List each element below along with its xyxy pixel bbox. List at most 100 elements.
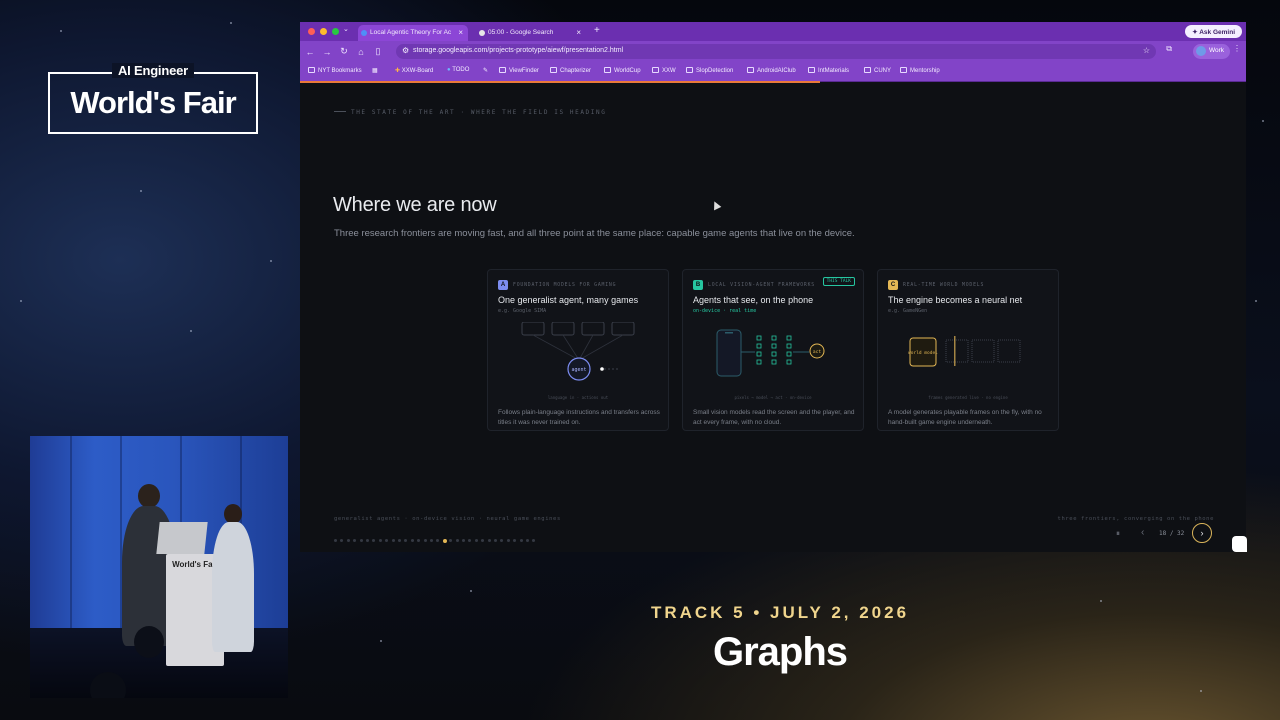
progress-dot[interactable] [410, 539, 414, 542]
bookmark-mentorship[interactable]: Mentorship [900, 67, 940, 74]
speaker-camera-feed: World's Fair [30, 436, 288, 698]
action-dot [600, 367, 604, 371]
forward-arrow-icon[interactable]: → [320, 47, 334, 57]
reload-icon[interactable]: ↻ [337, 46, 351, 57]
progress-dot[interactable] [430, 539, 433, 542]
profile-label: Work [1208, 47, 1224, 54]
apps-grid-icon[interactable]: ▦ [372, 67, 378, 74]
progress-dot[interactable] [385, 539, 389, 542]
tab-close-icon[interactable]: × [576, 28, 581, 37]
progress-dot[interactable] [494, 539, 497, 542]
track-date-caption: TRACK 5 • JULY 2, 2026 [650, 603, 910, 622]
minimize-window-button[interactable] [320, 28, 327, 35]
progress-dot[interactable] [449, 539, 453, 542]
site-info-icon[interactable]: ⚙ [402, 46, 409, 55]
game-screen-icon [611, 322, 635, 336]
progress-dot[interactable] [442, 538, 447, 543]
progress-dot[interactable] [340, 539, 344, 542]
card-caption: frames generated live · no engine [928, 395, 1008, 400]
progress-dot[interactable] [500, 539, 504, 542]
progress-dot[interactable] [334, 539, 337, 542]
bookmark-intmaterials[interactable]: IntMaterials [808, 67, 849, 74]
home-icon[interactable]: ⌂ [354, 47, 368, 57]
tab-presentation[interactable]: Local Agentic Theory For Ac × [358, 25, 468, 41]
profile-button[interactable]: Work [1192, 44, 1230, 59]
bookmark-viewfinder[interactable]: ViewFinder [499, 67, 539, 74]
side-panel-bubble[interactable] [1232, 536, 1247, 552]
tab-label: 05:00 - Google Search [488, 29, 554, 36]
progress-dot[interactable] [346, 539, 350, 542]
card-badge: B [693, 280, 703, 290]
progress-dot[interactable] [519, 539, 523, 542]
tab-google-search[interactable]: 05:00 - Google Search × [476, 25, 586, 41]
bookmark-star-icon[interactable]: ☆ [1143, 46, 1150, 55]
pause-icon[interactable]: ⏸ [1116, 529, 1120, 539]
next-slide-button[interactable]: › [1192, 523, 1212, 543]
slide-eyebrow: THE STATE OF THE ART · WHERE THE FIELD I… [334, 109, 606, 116]
progress-dot[interactable] [455, 539, 459, 542]
bookmark-slopdetection[interactable]: SlopDetection [686, 67, 733, 74]
progress-dot[interactable] [462, 539, 465, 542]
generated-frames [945, 339, 1021, 363]
progress-dot[interactable] [417, 539, 421, 542]
card-caption: language in · actions out [547, 395, 609, 400]
bookmark-todo[interactable]: ● TODO [447, 67, 469, 73]
bookmark-xxw-board[interactable]: ✚ XXW-Board [395, 67, 433, 74]
logo-box: World's Fair [48, 72, 258, 134]
close-window-button[interactable] [308, 28, 315, 35]
game-screen-icon [581, 322, 605, 336]
agent-node-label: agent [571, 367, 586, 373]
game-screen-icon [521, 322, 545, 336]
progress-dot[interactable] [398, 539, 401, 542]
progress-dot[interactable] [353, 539, 357, 542]
bookmark-chapterizer[interactable]: Chapterizer [550, 67, 591, 74]
bookmark-cuny[interactable]: CUNY [864, 67, 891, 74]
progress-dot[interactable] [359, 539, 363, 542]
bookmark-xxw[interactable]: XXW [652, 67, 676, 74]
address-bar[interactable]: ⚙ storage.googleapis.com/projects-protot… [396, 44, 1156, 59]
back-arrow-icon[interactable]: ← [303, 47, 317, 57]
bookmark-nyt[interactable]: NYT Bookmarks [308, 67, 362, 74]
progress-dot[interactable] [526, 539, 529, 542]
progress-dot[interactable] [481, 539, 485, 542]
progress-dot[interactable] [436, 539, 440, 542]
progress-dot[interactable] [487, 539, 491, 542]
tab-search-chevron-icon[interactable]: ⌄ [343, 25, 349, 33]
card-example: e.g. GameNGen [888, 308, 928, 314]
progress-dot[interactable] [372, 539, 376, 542]
prev-slide-icon[interactable]: ‹ [1141, 527, 1144, 538]
sidebar-icon[interactable]: ▯ [371, 46, 385, 57]
neural-layers [756, 335, 792, 365]
card-description: Small vision models read the screen and … [693, 409, 855, 426]
progress-dot[interactable] [404, 539, 408, 542]
bookmark-androidaiclub[interactable]: AndroidAIClub [747, 67, 796, 74]
slide-footer-right: three frontiers, converging on the phone [1057, 516, 1214, 522]
presentation-slide: THE STATE OF THE ART · WHERE THE FIELD I… [300, 83, 1246, 552]
progress-dot[interactable] [423, 539, 427, 542]
progress-dot[interactable] [474, 539, 478, 542]
progress-dot[interactable] [378, 539, 382, 542]
bookmark-worldcup[interactable]: WorldCup [604, 67, 641, 74]
progress-dot[interactable] [366, 539, 369, 542]
progress-dot[interactable] [391, 539, 395, 542]
progress-dot[interactable] [506, 539, 510, 542]
frontier-card-world-models: C REAL-TIME WORLD MODELS The engine beco… [877, 269, 1059, 431]
tab-close-icon[interactable]: × [458, 28, 463, 37]
card-badge: A [498, 280, 508, 290]
progress-dot[interactable] [468, 539, 472, 542]
more-menu-icon[interactable]: ⋮ [1233, 44, 1241, 53]
new-tab-button[interactable]: + [594, 25, 600, 36]
extensions-icon[interactable]: ⧉ [1166, 44, 1172, 54]
progress-dot[interactable] [532, 539, 536, 542]
card-tag: FOUNDATION MODELS FOR GAMING [513, 282, 617, 288]
bookmarks-bar: NYT Bookmarks ▦ ✚ XXW-Board ● TODO ✎ Vie… [300, 62, 1246, 82]
card-example: e.g. Google SIMA [498, 308, 547, 314]
progress-dot[interactable] [513, 539, 517, 542]
game-screen-icon [551, 322, 575, 336]
browser-toolbar: ← → ↻ ⌂ ▯ ⚙ storage.googleapis.com/proje… [300, 41, 1246, 62]
card-description: A model generates playable frames on the… [888, 409, 1042, 426]
event-logo: AI Engineer World's Fair [48, 62, 258, 134]
maximize-window-button[interactable] [332, 28, 339, 35]
ask-gemini-button[interactable]: ✦ Ask Gemini [1185, 25, 1242, 38]
bookmark-icon-only[interactable]: ✎ [483, 67, 488, 74]
